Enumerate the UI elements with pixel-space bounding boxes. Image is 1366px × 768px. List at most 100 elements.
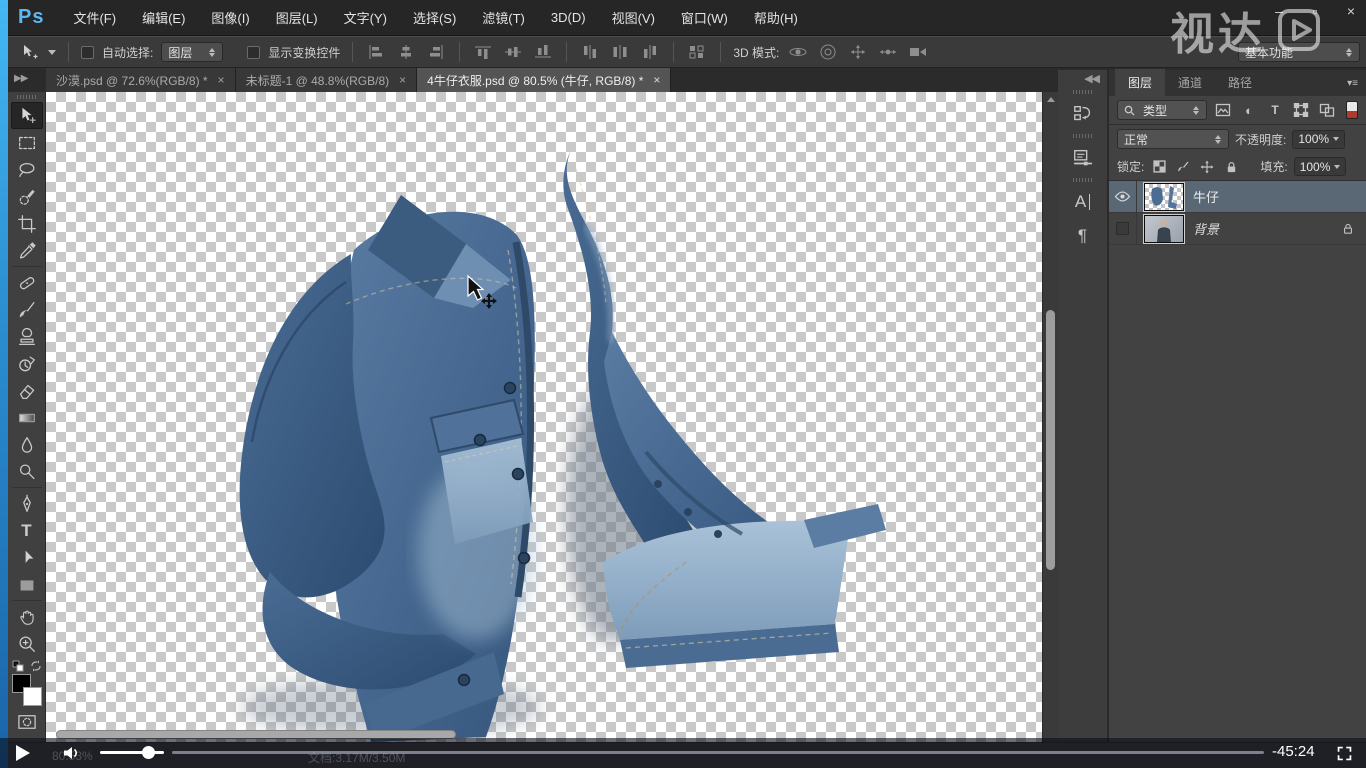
fullscreen-icon[interactable] [1336, 745, 1353, 762]
gradient-tool[interactable] [11, 404, 43, 431]
auto-align-layers-icon[interactable] [686, 41, 708, 63]
move-tool[interactable] [11, 102, 43, 129]
align-vertical-centers-icon[interactable] [502, 41, 524, 63]
tab-close-icon[interactable]: × [218, 73, 225, 87]
tool-preset-dropdown-arrow[interactable] [48, 50, 56, 55]
workspace-switcher[interactable]: 基本功能 [1238, 42, 1360, 62]
dock-gripper[interactable] [1073, 134, 1093, 138]
scroll-up-arrow[interactable] [1047, 97, 1055, 102]
blend-mode-dropdown[interactable]: 正常 [1117, 129, 1229, 149]
minimize-button[interactable]: – [1268, 2, 1290, 20]
tab-close-icon[interactable]: × [653, 73, 660, 87]
type-tool[interactable]: T [11, 517, 43, 544]
menu-select[interactable]: 选择(S) [400, 0, 469, 36]
auto-select-target-dropdown[interactable]: 图层 [161, 42, 223, 62]
menu-view[interactable]: 视图(V) [599, 0, 668, 36]
document-canvas[interactable] [46, 92, 1042, 742]
layer-thumbnail[interactable] [1144, 183, 1184, 211]
default-colors-icon[interactable] [12, 660, 24, 672]
volume-knob[interactable] [142, 746, 155, 759]
close-button[interactable]: × [1340, 2, 1362, 20]
vertical-scrollbar[interactable] [1042, 92, 1058, 742]
speaker-icon[interactable] [62, 744, 82, 762]
maximize-button[interactable]: ▫ [1304, 2, 1326, 20]
align-bottom-edges-icon[interactable] [532, 41, 554, 63]
history-panel-icon[interactable] [1063, 97, 1103, 131]
menu-filter[interactable]: 滤镜(T) [469, 0, 538, 36]
clone-stamp-tool[interactable] [11, 323, 43, 350]
menu-window[interactable]: 窗口(W) [668, 0, 741, 36]
layer-filter-toggle[interactable] [1346, 101, 1358, 119]
eraser-tool[interactable] [11, 377, 43, 404]
rectangle-tool[interactable] [11, 571, 43, 598]
tab-layers[interactable]: 图层 [1115, 69, 1165, 96]
opacity-field[interactable]: 100% [1292, 130, 1345, 149]
zoom-tool[interactable] [11, 630, 43, 657]
progress-bar[interactable] [172, 751, 1264, 754]
visibility-cell[interactable] [1109, 181, 1137, 213]
layer-name[interactable]: 背景 [1193, 219, 1219, 238]
background-color-swatch[interactable] [23, 687, 42, 706]
quick-mask-button[interactable] [11, 708, 43, 735]
lasso-tool[interactable] [11, 156, 43, 183]
blur-tool[interactable] [11, 431, 43, 458]
panel-menu-icon[interactable]: ▾≡ [1347, 78, 1358, 89]
tab-channels[interactable]: 通道 [1165, 69, 1215, 96]
quick-selection-tool[interactable] [11, 183, 43, 210]
menu-layer[interactable]: 图层(L) [263, 0, 331, 36]
dock-gripper[interactable] [1073, 90, 1093, 94]
play-button[interactable] [16, 745, 30, 761]
dock-collapse-chevron[interactable]: ◀◀ [1084, 70, 1107, 87]
filter-shape-layers-icon[interactable] [1291, 101, 1311, 119]
toolbar-gripper[interactable] [17, 95, 37, 99]
toolbar-collapse-chevron[interactable]: ▶▶ [8, 73, 46, 92]
hand-tool[interactable] [11, 603, 43, 630]
distribute-vertical-center-icon[interactable] [609, 41, 631, 63]
spot-healing-brush-tool[interactable] [11, 269, 43, 296]
lock-image-pixels-icon[interactable] [1174, 159, 1192, 175]
3d-drag-icon[interactable] [847, 41, 869, 63]
3d-slide-icon[interactable] [877, 41, 899, 63]
menu-image[interactable]: 图像(I) [198, 0, 262, 36]
swap-colors-icon[interactable] [30, 660, 42, 672]
filter-smart-objects-icon[interactable] [1317, 101, 1337, 119]
show-transform-checkbox[interactable] [247, 46, 260, 59]
tab-close-icon[interactable]: × [399, 73, 406, 87]
lock-position-icon[interactable] [1198, 159, 1216, 175]
paragraph-panel-icon[interactable]: ¶ [1063, 219, 1103, 253]
filter-type-layers-icon[interactable]: T [1265, 101, 1285, 119]
menu-edit[interactable]: 编辑(E) [129, 0, 198, 36]
align-horizontal-centers-icon[interactable] [395, 41, 417, 63]
layer-row-niuzai[interactable]: 牛仔 [1109, 181, 1366, 213]
filter-adjustment-layers-icon[interactable]: ◐ [1239, 101, 1259, 119]
lock-all-icon[interactable] [1222, 159, 1240, 175]
properties-panel-icon[interactable] [1063, 141, 1103, 175]
layer-thumbnail[interactable] [1144, 215, 1184, 243]
rectangular-marquee-tool[interactable] [11, 129, 43, 156]
document-tab[interactable]: 沙漠.psd @ 72.6%(RGB/8) * × [46, 68, 236, 92]
visibility-cell[interactable] [1109, 213, 1137, 245]
filter-pixel-layers-icon[interactable] [1213, 101, 1233, 119]
menu-file[interactable]: 文件(F) [60, 0, 129, 36]
align-left-edges-icon[interactable] [365, 41, 387, 63]
auto-select-checkbox[interactable] [81, 46, 94, 59]
3d-roll-icon[interactable] [817, 41, 839, 63]
lock-transparent-pixels-icon[interactable] [1150, 159, 1168, 175]
menu-type[interactable]: 文字(Y) [331, 0, 400, 36]
align-right-edges-icon[interactable] [425, 41, 447, 63]
menu-help[interactable]: 帮助(H) [741, 0, 811, 36]
path-selection-tool[interactable] [11, 544, 43, 571]
filter-type-dropdown[interactable]: 类型 [1117, 100, 1207, 120]
layer-name[interactable]: 牛仔 [1193, 187, 1219, 206]
tab-paths[interactable]: 路径 [1215, 69, 1265, 96]
brush-tool[interactable] [11, 296, 43, 323]
align-top-edges-icon[interactable] [472, 41, 494, 63]
menu-3d[interactable]: 3D(D) [538, 0, 599, 36]
character-panel-icon[interactable]: A [1063, 185, 1103, 219]
layer-row-background[interactable]: 背景 [1109, 213, 1366, 245]
fill-field[interactable]: 100% [1294, 157, 1347, 176]
history-brush-tool[interactable] [11, 350, 43, 377]
dock-gripper[interactable] [1073, 178, 1093, 182]
eyedropper-tool[interactable] [11, 237, 43, 264]
pen-tool[interactable] [11, 490, 43, 517]
